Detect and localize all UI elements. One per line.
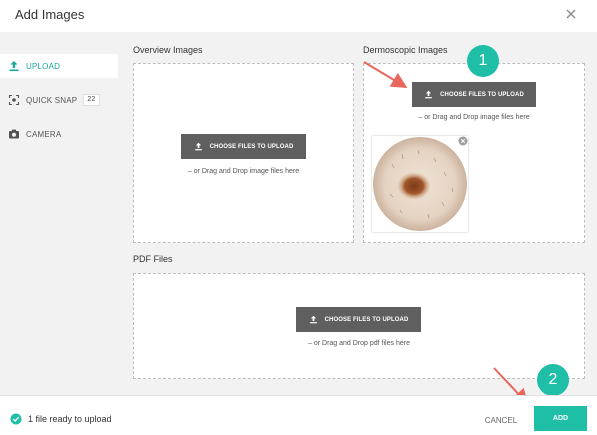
- dialog-footer: 1 file ready to upload CANCEL ADD: [0, 395, 597, 435]
- sidebar-item-label: CAMERA: [26, 129, 62, 139]
- upload-icon: [8, 60, 20, 72]
- count-badge: 22: [83, 94, 100, 106]
- check-circle-icon: [10, 413, 22, 425]
- sidebar-item-upload[interactable]: UPLOAD: [0, 54, 118, 78]
- overview-images-label: Overview Images: [133, 45, 203, 55]
- camera-icon: [8, 128, 20, 140]
- button-label: CHOOSE FILES TO UPLOAD: [440, 91, 524, 98]
- upload-status: 1 file ready to upload: [10, 413, 112, 425]
- dermoscopic-images-label: Dermoscopic Images: [363, 45, 448, 55]
- dermoscopic-drop-hint: – or Drag and Drop image files here: [418, 114, 530, 121]
- overview-drop-hint: – or Drag and Drop image files here: [187, 168, 300, 175]
- sidebar-item-label: UPLOAD: [26, 61, 61, 71]
- remove-image-icon[interactable]: [458, 136, 468, 146]
- add-button[interactable]: ADD: [534, 406, 587, 431]
- pdf-dropzone[interactable]: CHOOSE FILES TO UPLOAD – or Drag and Dro…: [133, 273, 585, 379]
- sidebar: UPLOAD QUICK SNAP 22 CAMERA: [0, 32, 118, 395]
- upload-icon: [424, 90, 433, 99]
- pdf-drop-hint: – or Drag and Drop pdf files here: [308, 340, 410, 347]
- cancel-button[interactable]: CANCEL: [476, 410, 526, 430]
- pdf-choose-files-button[interactable]: CHOOSE FILES TO UPLOAD: [296, 307, 421, 332]
- uploaded-image-thumbnail[interactable]: [372, 136, 468, 232]
- sidebar-item-quick-snap[interactable]: QUICK SNAP 22: [0, 88, 118, 112]
- sidebar-item-label: QUICK SNAP: [26, 95, 78, 105]
- step-callout-2: 2: [537, 364, 569, 396]
- status-text: 1 file ready to upload: [28, 414, 112, 424]
- quick-snap-icon: [8, 94, 20, 106]
- close-icon[interactable]: [563, 6, 579, 22]
- overview-choose-files-button[interactable]: CHOOSE FILES TO UPLOAD: [181, 134, 306, 159]
- upload-icon: [309, 315, 318, 324]
- overview-dropzone[interactable]: CHOOSE FILES TO UPLOAD – or Drag and Dro…: [133, 63, 354, 243]
- dialog-title: Add Images: [15, 7, 85, 22]
- button-label: CHOOSE FILES TO UPLOAD: [324, 316, 409, 323]
- dermoscopy-image: [373, 137, 467, 231]
- dermoscopic-choose-files-button[interactable]: CHOOSE FILES TO UPLOAD: [412, 82, 536, 107]
- button-label: CHOOSE FILES TO UPLOAD: [209, 143, 294, 150]
- step-callout-1: 1: [467, 45, 499, 77]
- pdf-files-label: PDF Files: [133, 254, 173, 264]
- dermoscopic-dropzone[interactable]: CHOOSE FILES TO UPLOAD – or Drag and Dro…: [363, 63, 585, 243]
- sidebar-item-camera[interactable]: CAMERA: [0, 122, 118, 146]
- upload-icon: [194, 142, 203, 151]
- upload-content: Overview Images CHOOSE FILES TO UPLOAD –…: [118, 32, 597, 395]
- dialog-header: Add Images: [0, 0, 597, 32]
